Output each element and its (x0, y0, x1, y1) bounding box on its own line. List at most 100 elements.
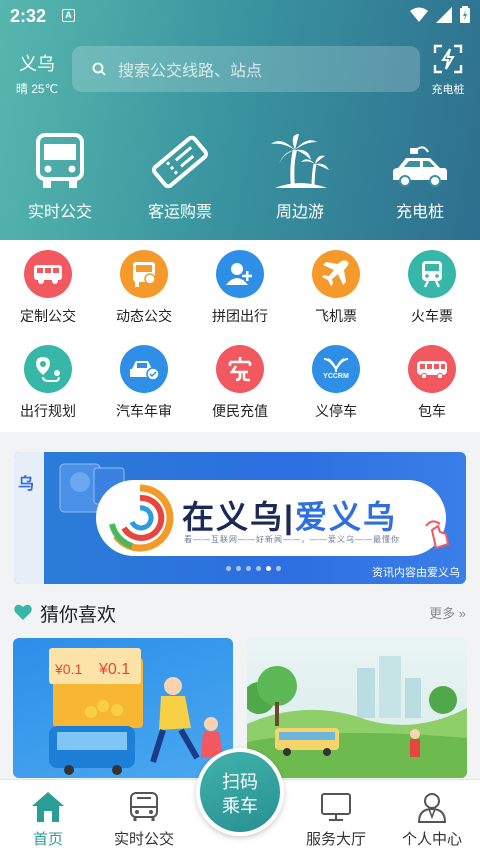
weather-text: 晴 25℃ (15, 82, 59, 96)
electric-car-icon (393, 146, 447, 187)
scan-label-line2: 乘车 (222, 796, 258, 816)
pagination-dot[interactable] (246, 566, 251, 571)
chevron-right-icon: » (458, 606, 466, 621)
banner-subtitle: 看——互联网——好新闻——，——爱义乌——最懂你 (184, 535, 400, 544)
bus-outline-icon (130, 792, 158, 821)
service-label: 实时公交 (27, 204, 92, 221)
promo-illustration: ¥0.1 ¥0.1 (49, 648, 223, 775)
more-link[interactable]: 更多 » (429, 603, 466, 622)
banner-title: 在义乌|爱义乌 (182, 492, 397, 538)
status-time: 2:32 (10, 6, 47, 26)
monitor-icon (321, 793, 351, 821)
hand-pointer-icon (425, 520, 450, 550)
banner-pagination (226, 566, 281, 571)
grid-item-route-plan[interactable]: 出行规划 (0, 345, 96, 440)
recommend-header: 猜你喜欢 更多 » (14, 598, 466, 626)
tab-label: 首页 (32, 831, 63, 848)
tab-service-hall[interactable]: 服务大厅 (288, 780, 384, 853)
promo-price-tag-2: ¥0.1 (98, 661, 130, 678)
grid-item-dynamic-bus[interactable]: 动态公交 (96, 250, 192, 345)
grid-item-train[interactable]: 火车票 (384, 250, 480, 345)
pagination-dot[interactable] (236, 566, 241, 571)
search-icon (92, 62, 106, 76)
tab-label: 实时公交 (113, 831, 174, 848)
recommend-card-scenery[interactable] (247, 638, 467, 778)
recommend-card-promo[interactable]: ¥0.1 ¥0.1 (13, 638, 233, 778)
service-label: 周边游 (275, 204, 324, 221)
charging-scan-icon (433, 44, 463, 74)
header: 2:32 A 义乌 晴 25℃ 搜索公交线路、站点 充电桩 实时公交 客运购票 … (0, 0, 480, 240)
home-icon (32, 792, 64, 822)
ticket-icon (152, 135, 208, 189)
palm-tree-icon (271, 134, 329, 189)
tab-realtime-bus[interactable]: 实时公交 (96, 780, 192, 853)
search-input[interactable]: 搜索公交线路、站点 (72, 46, 420, 92)
scan-label-line1: 扫码 (222, 772, 258, 792)
grid-label: 拼团出行 (212, 308, 268, 324)
bus-icon (36, 133, 84, 188)
grid-item-custom-bus[interactable]: 定制公交 (0, 250, 96, 345)
tab-home[interactable]: 首页 (0, 780, 96, 853)
service-realtime-bus[interactable]: 实时公交 (0, 128, 120, 222)
scan-to-ride-button[interactable]: 扫码 乘车 (196, 748, 284, 836)
news-banner[interactable]: 乌 在义乌|爱义乌 看——互联网——好新闻——，——爱义乌——最懂你 资讯内容由… (14, 452, 466, 584)
user-icon (417, 793, 447, 823)
service-charging-pile[interactable]: 充电桩 (360, 128, 480, 222)
car-inspection-icon (120, 345, 168, 393)
recommend-title: 猜你喜欢 (40, 605, 117, 626)
grid-label: 火车票 (411, 308, 453, 324)
pagination-dot[interactable] (256, 566, 261, 571)
pagination-dot-active[interactable] (266, 566, 271, 571)
dynamic-bus-icon (120, 250, 168, 298)
charging-scan-label: 充电桩 (431, 84, 465, 96)
status-icons (410, 6, 470, 23)
banner-title-divider: | (284, 499, 295, 535)
route-plan-icon (24, 345, 72, 393)
group-travel-icon (216, 250, 264, 298)
banner-logo-icon (109, 484, 174, 552)
notification-a-icon: A (62, 9, 75, 22)
grid-label: 便民充值 (212, 403, 268, 419)
search-placeholder: 搜索公交线路、站点 (118, 63, 263, 80)
grid-label: 定制公交 (20, 308, 76, 324)
grid-item-charter[interactable]: 包车 (384, 345, 480, 440)
pagination-dot[interactable] (276, 566, 281, 571)
city-selector[interactable]: 义乌 晴 25℃ (14, 50, 60, 97)
signal-icon (436, 6, 452, 23)
airplane-icon (312, 250, 360, 298)
grid-label: 汽车年审 (116, 403, 172, 419)
grid-item-recharge[interactable]: 便民充值 (192, 345, 288, 440)
recharge-icon (216, 345, 264, 393)
service-label: 客运购票 (147, 204, 212, 221)
banner-credit: 资讯内容由爱义乌 (372, 567, 460, 579)
grid-item-car-inspection[interactable]: 汽车年审 (96, 345, 192, 440)
service-nearby-travel[interactable]: 周边游 (240, 128, 360, 222)
grid-label: 包车 (418, 403, 446, 419)
pagination-dot[interactable] (226, 566, 231, 571)
grid-item-group-travel[interactable]: 拼团出行 (192, 250, 288, 345)
tab-profile[interactable]: 个人中心 (384, 780, 480, 853)
service-ticket[interactable]: 客运购票 (120, 128, 240, 222)
grid-label: 出行规划 (20, 403, 76, 419)
grid-label: 义停车 (315, 403, 357, 419)
banner-title-main: 在义乌 (182, 499, 285, 535)
city-name: 义乌 (19, 54, 55, 74)
banner-title-accent: 爱义乌 (294, 499, 397, 535)
grid-label: 飞机票 (315, 308, 357, 324)
status-bar: 2:32 A (0, 0, 480, 32)
more-label: 更多 (429, 606, 456, 621)
charging-scan-button[interactable]: 充电桩 (426, 44, 470, 97)
service-label: 充电桩 (395, 204, 444, 221)
main-services: 实时公交 客运购票 周边游 充电桩 (0, 128, 480, 222)
banner-side-text: 乌 (18, 476, 35, 493)
grid-item-parking[interactable]: YCCRM 义停车 (288, 345, 384, 440)
grid-item-flight[interactable]: 飞机票 (288, 250, 384, 345)
service-grid: 定制公交 动态公交 拼团出行 飞机票 火车票 出行规划 汽车年审 便民充值 YC… (0, 240, 480, 432)
wifi-icon (410, 7, 428, 22)
heart-icon (14, 604, 32, 620)
tab-label: 个人中心 (401, 831, 462, 848)
promo-price-tag-1: ¥0.1 (54, 661, 82, 677)
train-icon (408, 250, 456, 298)
tab-label: 服务大厅 (305, 831, 366, 848)
custom-bus-icon (24, 250, 72, 298)
